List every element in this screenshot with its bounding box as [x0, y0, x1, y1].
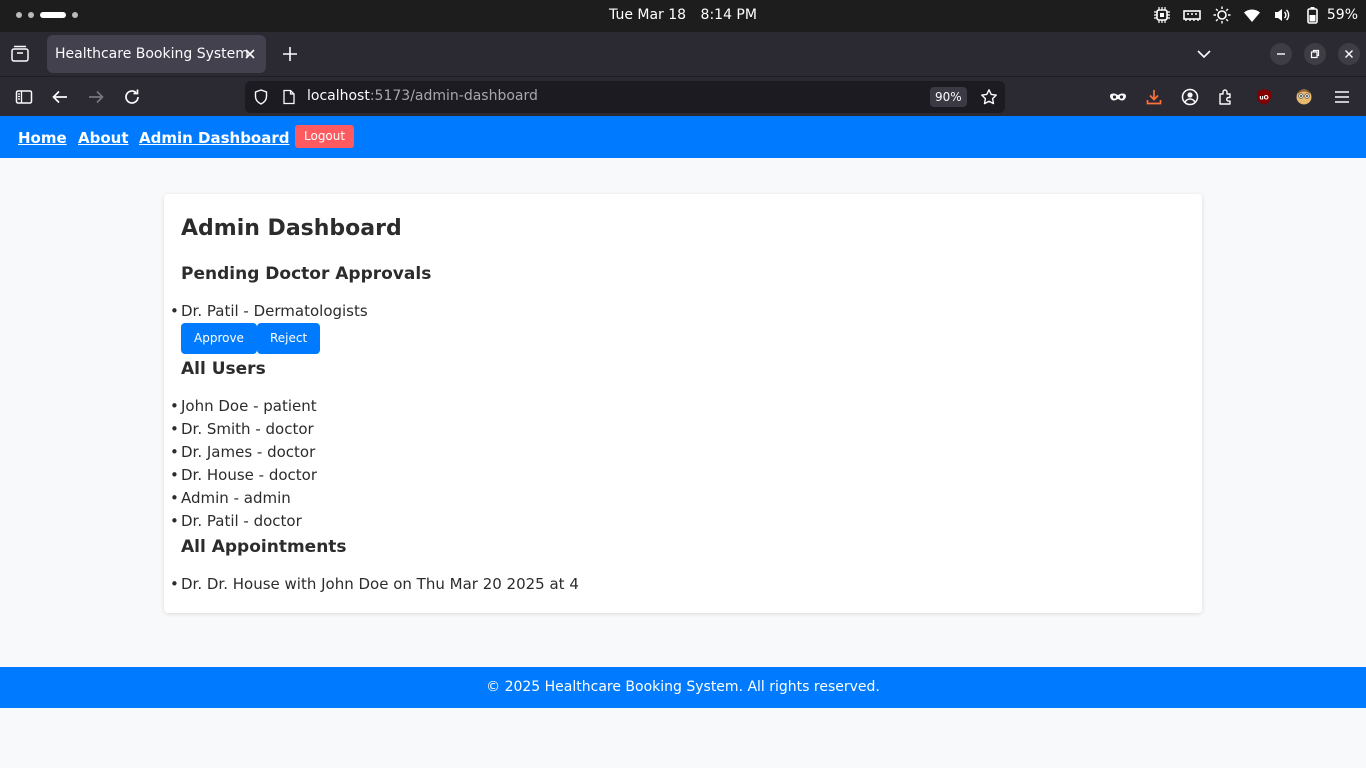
user-list-item: Admin - admin	[170, 487, 317, 510]
url-text[interactable]: localhost:5173/admin-dashboard	[307, 88, 538, 104]
downloads-icon[interactable]	[1144, 87, 1164, 107]
battery-icon	[1303, 6, 1321, 24]
footer-copyright: © 2025 Healthcare Booking System. All ri…	[486, 679, 880, 695]
browser-tab-bar: Healthcare Booking System	[0, 32, 1366, 76]
nav-link-home[interactable]: Home	[18, 129, 67, 147]
private-mask-icon[interactable]	[1108, 87, 1128, 107]
appointments-list: Dr. Dr. House with John Doe on Thu Mar 2…	[170, 573, 579, 596]
user-list-item: Dr. James - doctor	[170, 441, 317, 464]
users-list: John Doe - patient Dr. Smith - doctor Dr…	[170, 395, 317, 533]
all-appointments-heading: All Appointments	[181, 537, 347, 557]
site-footer: © 2025 Healthcare Booking System. All ri…	[0, 667, 1366, 708]
site-navbar: Home About Admin Dashboard Logout	[0, 116, 1366, 158]
pending-approvals-list: Dr. Patil - Dermatologists	[170, 300, 368, 323]
admin-dashboard-card: Admin Dashboard Pending Doctor Approvals…	[164, 194, 1202, 613]
nav-link-admin-dashboard[interactable]: Admin Dashboard	[139, 129, 290, 147]
close-window-icon[interactable]	[1338, 43, 1360, 65]
nav-link-about[interactable]: About	[78, 129, 129, 147]
list-all-tabs-icon[interactable]	[1196, 46, 1212, 62]
approval-actions: Approve Reject	[181, 323, 321, 354]
cpu-icon	[1153, 6, 1171, 24]
address-bar[interactable]: localhost:5173/admin-dashboard 90%	[245, 81, 1005, 113]
reject-button[interactable]: Reject	[256, 323, 321, 354]
bookmark-star-icon[interactable]	[980, 88, 998, 106]
appointment-list-item: Dr. Dr. House with John Doe on Thu Mar 2…	[170, 573, 579, 596]
pending-approvals-heading: Pending Doctor Approvals	[181, 264, 432, 284]
user-list-item: Dr. House - doctor	[170, 464, 317, 487]
minimize-window-icon[interactable]	[1270, 43, 1292, 65]
os-top-bar: Tue Mar 18 8:14 PM 59%	[0, 0, 1366, 32]
tracking-protection-icon[interactable]	[253, 89, 269, 105]
ublock-origin-icon[interactable]: uO	[1254, 87, 1274, 107]
user-list-item: John Doe - patient	[170, 395, 317, 418]
approve-button[interactable]: Approve	[181, 323, 257, 354]
brightness-icon	[1213, 6, 1231, 24]
memory-icon	[1183, 6, 1201, 24]
account-icon[interactable]	[1180, 87, 1200, 107]
extension-face-icon[interactable]	[1294, 87, 1314, 107]
page-info-icon[interactable]	[281, 89, 297, 105]
hamburger-menu-icon[interactable]	[1332, 87, 1352, 107]
tab-title: Healthcare Booking System	[55, 46, 249, 62]
url-path: :5173/admin-dashboard	[369, 88, 538, 104]
zoom-level-badge[interactable]: 90%	[930, 87, 967, 107]
forward-arrow-icon[interactable]	[86, 87, 106, 107]
battery-percentage: 59%	[1326, 7, 1358, 23]
restore-window-icon[interactable]	[1304, 43, 1326, 65]
user-list-item: Dr. Smith - doctor	[170, 418, 317, 441]
url-host: localhost	[307, 88, 370, 104]
system-tray[interactable]: 59%	[1153, 6, 1358, 24]
os-date: Tue Mar 18	[609, 7, 687, 23]
new-tab-icon[interactable]	[281, 45, 299, 63]
close-tab-icon[interactable]	[242, 46, 258, 62]
wifi-icon	[1243, 6, 1261, 24]
tab-overview-icon[interactable]	[10, 44, 30, 64]
user-list-item: Dr. Patil - doctor	[170, 510, 317, 533]
logout-button[interactable]: Logout	[295, 125, 355, 148]
pending-doctor-item: Dr. Patil - Dermatologists	[170, 300, 368, 323]
reload-icon[interactable]	[122, 87, 142, 107]
back-arrow-icon[interactable]	[50, 87, 70, 107]
os-time: 8:14 PM	[700, 7, 757, 23]
svg-text:uO: uO	[1259, 95, 1268, 102]
volume-icon	[1273, 6, 1291, 24]
page-title: Admin Dashboard	[181, 216, 402, 241]
browser-tab-active[interactable]: Healthcare Booking System	[47, 35, 266, 73]
extensions-puzzle-icon[interactable]	[1216, 87, 1236, 107]
all-users-heading: All Users	[181, 359, 266, 379]
browser-toolbar: localhost:5173/admin-dashboard 90% uO	[0, 76, 1366, 116]
sidebar-toggle-icon[interactable]	[14, 87, 34, 107]
